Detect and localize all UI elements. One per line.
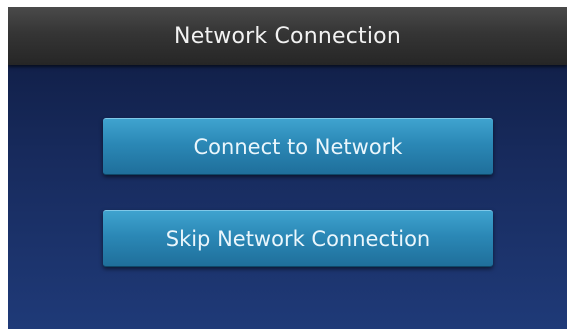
connect-to-network-label: Connect to Network [193,134,403,159]
skip-network-connection-button[interactable]: Skip Network Connection [103,210,493,267]
title-bar: Network Connection [8,7,567,65]
page-title: Network Connection [174,23,401,49]
device-screen: Network Connection Connect to Network Sk… [8,7,567,329]
skip-network-connection-label: Skip Network Connection [165,226,431,251]
connect-to-network-button[interactable]: Connect to Network [103,118,493,175]
